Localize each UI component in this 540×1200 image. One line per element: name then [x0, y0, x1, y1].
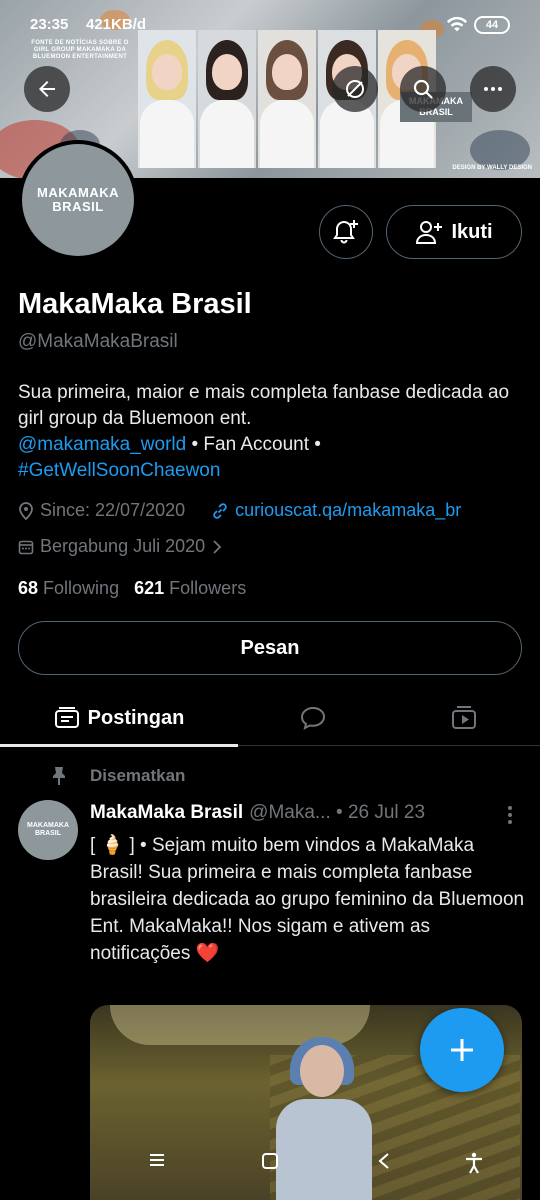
location-pin-icon	[19, 501, 33, 520]
avatar-image: MAKAMAKA BRASIL	[22, 144, 134, 256]
profile-handle: @MakaMakaBrasil	[18, 331, 178, 352]
post-avatar-line1: MAKAMAKA	[27, 822, 69, 829]
compose-button[interactable]	[420, 1008, 504, 1092]
post-author-avatar[interactable]: MAKAMAKA BRASIL	[18, 800, 78, 860]
profile-stats: 68 Following 621 Followers	[18, 578, 246, 599]
follow-button[interactable]: Ikuti	[386, 205, 522, 259]
tab-posts-label: Postingan	[87, 706, 185, 729]
pinned-label: Disematkan	[90, 766, 186, 785]
more-button[interactable]	[470, 66, 516, 112]
menu-nav-button[interactable]	[148, 1152, 166, 1173]
post-author-name[interactable]: MakaMaka Brasil	[90, 802, 243, 824]
tab-replies[interactable]	[285, 690, 341, 746]
bio-text: Sua primeira, maior e mais completa fanb…	[18, 382, 510, 429]
profile-name: MakaMaka Brasil	[18, 288, 252, 320]
tab-media[interactable]	[436, 690, 492, 746]
joined-text: Bergabung Juli 2020	[40, 536, 206, 556]
follow-label: Ikuti	[451, 220, 493, 243]
following-link[interactable]: 68 Following	[18, 578, 119, 598]
post-header: MakaMaka Brasil @Maka... • 26 Jul 23	[90, 802, 425, 824]
wifi-icon	[446, 14, 468, 38]
banner-photos	[138, 30, 436, 168]
notifications-button[interactable]	[319, 205, 373, 259]
followers-link[interactable]: 621 Followers	[134, 578, 246, 598]
more-vertical-icon	[508, 806, 512, 824]
search-icon	[413, 79, 433, 99]
chevron-left-icon	[378, 1153, 389, 1169]
battery-icon: 44	[474, 16, 510, 34]
status-bar: 23:35 421KB/d 44	[0, 10, 540, 40]
user-plus-icon	[416, 221, 443, 244]
message-label: Pesan	[240, 636, 300, 659]
post-more-button[interactable]	[500, 804, 520, 831]
following-label: Following	[43, 578, 120, 598]
link-icon	[213, 502, 227, 519]
search-button[interactable]	[400, 66, 446, 112]
tab-active-indicator	[0, 744, 238, 747]
bio-mention-link[interactable]: @makamaka_world	[18, 434, 186, 455]
status-speed: 421KB/d	[86, 16, 147, 33]
plus-icon	[451, 1039, 473, 1061]
post-author-handle-date: @Maka... • 26 Jul 23	[249, 802, 426, 823]
hide-button[interactable]	[332, 66, 378, 112]
pinned-indicator: Disematkan	[50, 766, 185, 786]
banner-caption: FONTE DE NOTÍCIAS SOBRE O GIRL GROUP MAK…	[31, 40, 129, 60]
banner-design-credit: DESIGN BY WALLY DESIGN	[452, 165, 532, 171]
profile-tabs: Postingan	[0, 690, 540, 747]
accessibility-icon	[466, 1152, 482, 1174]
back-button[interactable]	[24, 66, 70, 112]
message-button[interactable]: Pesan	[18, 621, 522, 675]
hide-icon	[346, 80, 364, 98]
arrow-left-icon	[39, 81, 55, 97]
posts-icon	[54, 707, 79, 728]
system-navigation-bar	[0, 1144, 540, 1184]
location-text: Since: 22/07/2020	[40, 500, 186, 520]
chevron-right-icon	[213, 539, 222, 554]
more-icon	[484, 87, 502, 91]
following-count: 68	[18, 578, 39, 598]
pin-icon	[53, 767, 65, 785]
status-time: 23:35	[30, 16, 69, 33]
avatar-text-line2: BRASIL	[52, 199, 104, 214]
post-text: [ 🍦 ] • Sejam muito bem vindos a MakaMak…	[90, 835, 525, 964]
avatar[interactable]: MAKAMAKA BRASIL	[18, 140, 138, 260]
back-nav-button[interactable]	[376, 1152, 392, 1175]
bio-middle-text: • Fan Account •	[186, 434, 321, 455]
profile-website[interactable]: curiouscat.qa/makamaka_br	[211, 500, 461, 521]
media-icon	[452, 706, 476, 729]
menu-icon	[150, 1154, 164, 1166]
calendar-icon	[18, 540, 34, 554]
profile-joined[interactable]: Bergabung Juli 2020	[18, 536, 223, 557]
reply-bubble-icon	[300, 706, 326, 730]
followers-label: Followers	[169, 578, 247, 598]
profile-meta: Since: 22/07/2020 curiouscat.qa/makamaka…	[18, 500, 461, 521]
followers-count: 621	[134, 578, 165, 598]
bell-plus-icon	[333, 220, 358, 244]
bio-hashtag-link[interactable]: #GetWellSoonChaewon	[18, 460, 220, 481]
home-nav-button[interactable]	[261, 1152, 279, 1175]
profile-location: Since: 22/07/2020	[18, 500, 185, 521]
website-link[interactable]: curiouscat.qa/makamaka_br	[235, 500, 461, 521]
profile-bio: Sua primeira, maior e mais completa fanb…	[18, 380, 528, 484]
post-avatar-line2: BRASIL	[34, 830, 62, 837]
tab-posts[interactable]: Postingan	[0, 690, 238, 747]
accessibility-nav-button[interactable]	[464, 1152, 484, 1179]
home-square-icon	[262, 1153, 278, 1169]
avatar-text-line1: MAKAMAKA	[37, 185, 119, 200]
